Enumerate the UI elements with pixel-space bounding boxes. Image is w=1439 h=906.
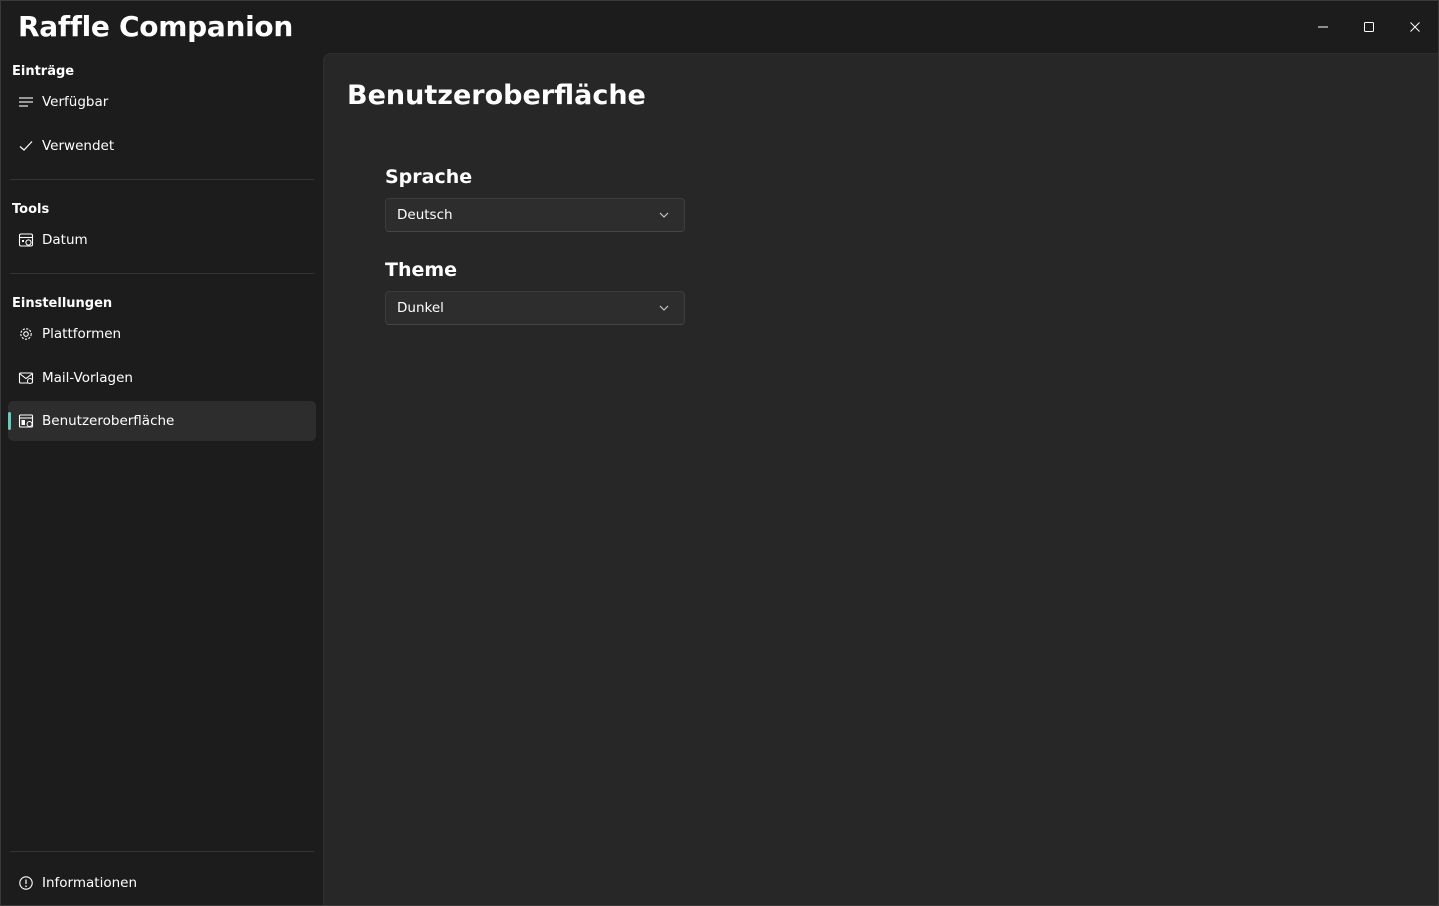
footer-divider bbox=[10, 851, 314, 852]
sidebar-item-verwendet[interactable]: Verwendet bbox=[8, 126, 316, 166]
gear-icon bbox=[18, 326, 34, 342]
section-header-tools: Tools bbox=[12, 202, 50, 217]
close-icon bbox=[1410, 22, 1420, 32]
sidebar-item-label: Verfügbar bbox=[42, 94, 109, 110]
section-header-einstellungen: Einstellungen bbox=[12, 296, 113, 311]
theme-dropdown[interactable]: Dunkel bbox=[385, 291, 685, 325]
theme-label: Theme bbox=[385, 259, 458, 281]
sidebar-item-label: Benutzeroberfläche bbox=[42, 413, 175, 429]
app-title: Raffle Companion bbox=[18, 10, 293, 43]
sidebar-item-label: Plattformen bbox=[42, 326, 122, 342]
content-area: Benutzeroberfläche Sprache Deutsch Theme… bbox=[323, 53, 1438, 905]
maximize-button[interactable] bbox=[1346, 1, 1392, 53]
sidebar-item-label: Datum bbox=[42, 232, 88, 248]
close-button[interactable] bbox=[1392, 1, 1438, 53]
theme-selected-value: Dunkel bbox=[397, 300, 444, 316]
checkmark-icon bbox=[18, 138, 34, 154]
title-bar[interactable]: Raffle Companion bbox=[1, 1, 1438, 53]
sidebar-item-plattformen[interactable]: Plattformen bbox=[8, 314, 316, 354]
chevron-down-icon bbox=[659, 212, 669, 218]
chevron-down-icon bbox=[659, 305, 669, 311]
mail-settings-icon bbox=[18, 370, 34, 386]
section-header-eintraege: Einträge bbox=[12, 64, 75, 79]
minimize-button[interactable] bbox=[1300, 1, 1346, 53]
app-window: Raffle Companion Einträge Verfügbar Verw… bbox=[0, 0, 1439, 906]
sidebar-item-mail-vorlagen[interactable]: Mail-Vorlagen bbox=[8, 358, 316, 398]
sidebar-item-datum[interactable]: Datum bbox=[8, 220, 316, 260]
sidebar-item-benutzeroberflaeche[interactable]: Benutzeroberfläche bbox=[8, 401, 316, 441]
selection-indicator bbox=[8, 412, 11, 430]
sidebar-item-label: Mail-Vorlagen bbox=[42, 370, 133, 386]
sidebar-item-informationen[interactable]: Informationen bbox=[8, 863, 316, 903]
sidebar-item-verfuegbar[interactable]: Verfügbar bbox=[8, 82, 316, 122]
list-icon bbox=[18, 94, 34, 110]
minimize-icon bbox=[1318, 26, 1328, 28]
calendar-icon bbox=[18, 232, 34, 248]
maximize-icon bbox=[1364, 22, 1374, 32]
page-title: Benutzeroberfläche bbox=[347, 80, 646, 111]
language-label: Sprache bbox=[385, 166, 473, 188]
sidebar-item-label: Verwendet bbox=[42, 138, 115, 154]
language-selected-value: Deutsch bbox=[397, 207, 453, 223]
ui-settings-icon bbox=[18, 413, 34, 429]
section-divider bbox=[10, 179, 314, 180]
navigation-pane: Einträge Verfügbar Verwendet Tools Datum… bbox=[1, 53, 323, 905]
info-icon bbox=[18, 875, 34, 891]
sidebar-item-label: Informationen bbox=[42, 875, 138, 891]
language-dropdown[interactable]: Deutsch bbox=[385, 198, 685, 232]
section-divider bbox=[10, 273, 314, 274]
